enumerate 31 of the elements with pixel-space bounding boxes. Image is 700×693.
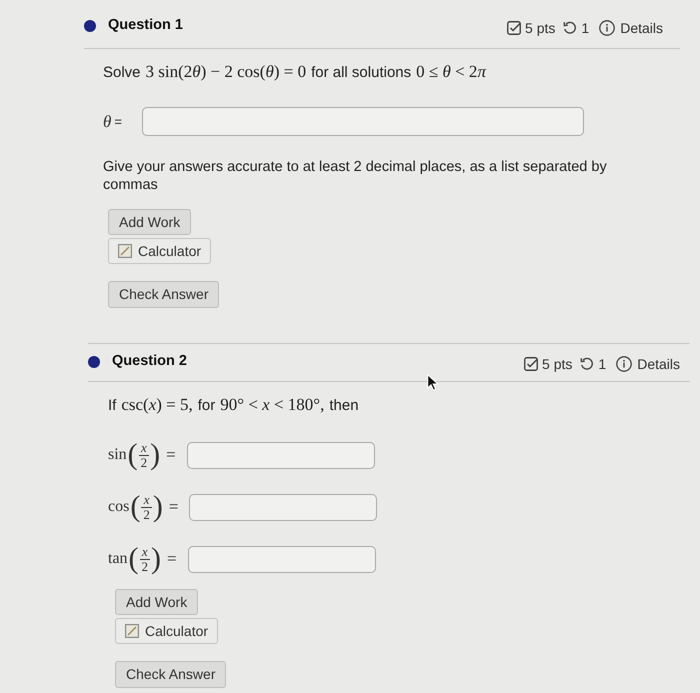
retry-icon	[563, 21, 578, 35]
details-link[interactable]: Details	[620, 18, 663, 38]
details-link[interactable]: Details	[637, 354, 680, 374]
checkbox-checked-icon	[507, 21, 522, 35]
edit-square-icon	[125, 624, 139, 638]
calculator-button[interactable]: Calculator	[108, 238, 212, 264]
equation-label: θ =	[103, 110, 122, 133]
add-work-button[interactable]: Add Work	[115, 589, 198, 615]
answer-field[interactable]	[189, 494, 378, 520]
attempts-count: 1	[581, 18, 590, 38]
calculator-button[interactable]: Calculator	[115, 618, 218, 644]
answer-field[interactable]	[142, 107, 584, 136]
question-prompt: Solve 3 sin(2θ) − 2 cos(θ) = 0 for all solutions 0 ≤ θ < 2π	[103, 62, 488, 83]
attempts-count: 1	[598, 354, 606, 374]
retry-icon	[580, 357, 594, 371]
answer-field[interactable]	[186, 442, 375, 468]
check-answer-button[interactable]: Check Answer	[115, 661, 226, 688]
add-work-button[interactable]: Add Work	[108, 209, 192, 235]
question-prompt: If csc(x) = 5, for 90° < x < 180°, then	[108, 395, 360, 416]
instructions-text: Give your answers accurate to at least 2 decimal places, as a list separated by commas	[103, 158, 608, 194]
points-label: 5 pts	[525, 18, 556, 38]
info-icon	[616, 356, 632, 372]
question-title: Question 2	[112, 352, 187, 372]
points-label: 5 pts	[542, 354, 572, 374]
check-answer-button[interactable]: Check Answer	[108, 281, 220, 308]
question-title: Question 1	[108, 16, 183, 36]
checkbox-checked-icon	[524, 357, 538, 371]
edit-square-icon	[118, 244, 132, 258]
mouse-cursor-icon	[427, 374, 439, 391]
info-icon	[599, 20, 616, 36]
answer-field[interactable]	[188, 546, 376, 572]
